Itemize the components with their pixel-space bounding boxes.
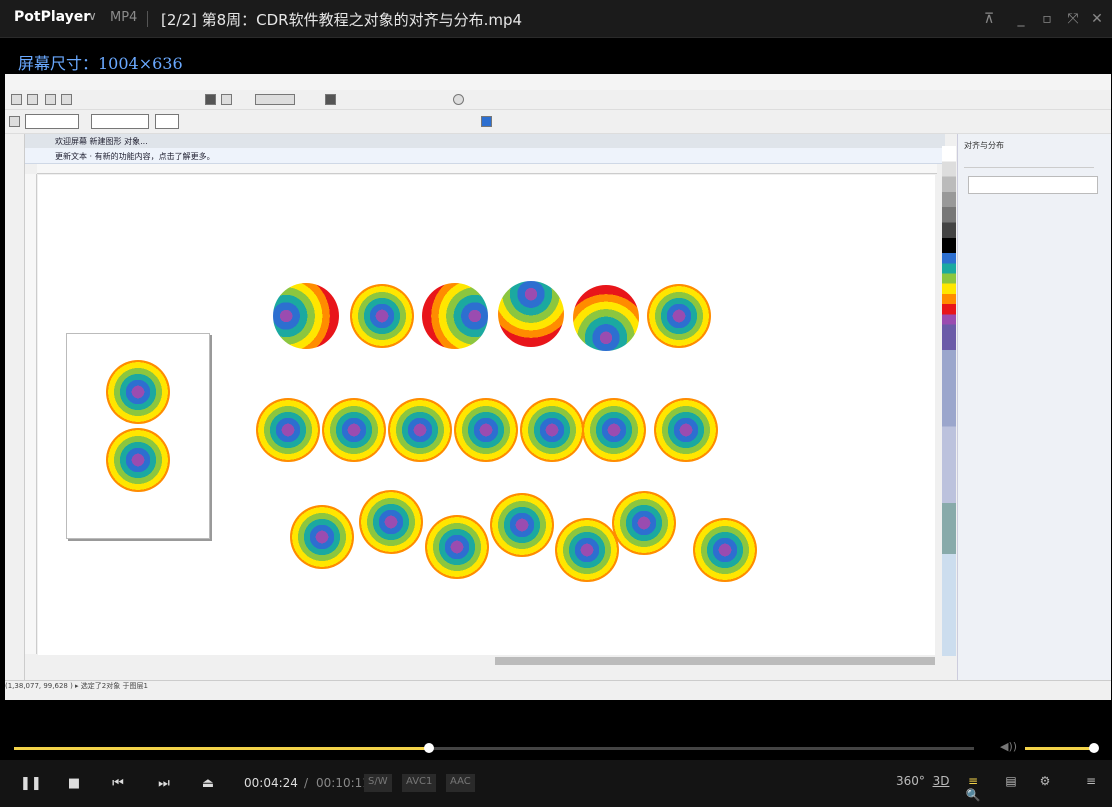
control-bar: ❚❚ ■ ⏮ ⏭ ⏏ 00:04:24 / 00:10:11 S/W AVC1 … bbox=[0, 760, 1112, 807]
time-separator: / bbox=[304, 776, 309, 790]
minimize-button[interactable]: _ bbox=[1010, 8, 1032, 30]
rainbow-circle bbox=[582, 398, 646, 462]
cdr-document-tabs: 欢迎屏幕 新建图形 对象... bbox=[25, 134, 945, 148]
title-bar: PotPlayer ∨ MP4 [2/2] 第8周：CDR软件教程之对象的对齐与… bbox=[0, 0, 1112, 38]
rainbow-circle bbox=[612, 491, 676, 555]
letterbox bbox=[0, 700, 1112, 740]
menu-icon[interactable]: ≡ bbox=[1080, 774, 1102, 794]
playlist-search-icon[interactable]: ≡🔍 bbox=[962, 774, 984, 802]
pause-button[interactable]: ❚❚ bbox=[20, 774, 42, 794]
scale-field bbox=[155, 114, 179, 129]
ruler-vertical bbox=[25, 174, 37, 654]
360-button[interactable]: 360° bbox=[896, 774, 925, 794]
cdr-status-bar: (1,38,077, 99,628 ) ▸ 选定了2对象 于图层1 bbox=[5, 680, 1111, 698]
rainbow-circle bbox=[647, 284, 711, 348]
stop-button[interactable]: ■ bbox=[64, 774, 84, 794]
toolbar-icon bbox=[61, 94, 72, 105]
rainbow-circle bbox=[573, 285, 639, 351]
rainbow-circle bbox=[454, 398, 518, 462]
rainbow-circle bbox=[273, 283, 339, 349]
drawing-canvas bbox=[38, 175, 935, 655]
chevron-down-icon[interactable]: ∨ bbox=[88, 9, 97, 23]
rainbow-circle bbox=[359, 490, 423, 554]
video-frame[interactable]: 欢迎屏幕 新建图形 对象... 更新文本 · 有新的功能内容，点击了解更多。 对… bbox=[5, 74, 1111, 700]
chapters-icon[interactable]: ▤ bbox=[1000, 774, 1022, 794]
rainbow-circle bbox=[388, 398, 452, 462]
divider bbox=[147, 11, 148, 27]
current-time: 00:04:24 bbox=[244, 776, 298, 790]
fullscreen-button[interactable]: ⤧ bbox=[1062, 8, 1084, 30]
toolbar-icon bbox=[205, 94, 216, 105]
toolbar-icon bbox=[9, 116, 20, 127]
toolbar-icon bbox=[453, 94, 464, 105]
volume-bar[interactable] bbox=[1025, 747, 1095, 750]
video-codec-badge[interactable]: AVC1 bbox=[402, 774, 437, 792]
zoom-field bbox=[255, 94, 295, 105]
toolbar-icon bbox=[221, 94, 232, 105]
previous-button[interactable]: ⏮ bbox=[108, 774, 128, 794]
app-menu-button[interactable]: PotPlayer bbox=[14, 9, 90, 25]
align-distribute-docker: 对齐与分布 bbox=[957, 134, 1111, 694]
size-field bbox=[91, 114, 149, 129]
position-field bbox=[25, 114, 79, 129]
toolbar-icon bbox=[481, 116, 492, 127]
settings-icon[interactable]: ⚙ bbox=[1034, 774, 1056, 794]
sw-badge[interactable]: S/W bbox=[364, 774, 392, 792]
rainbow-circle bbox=[520, 398, 584, 462]
cdr-standard-toolbar bbox=[5, 90, 1111, 110]
rainbow-circle bbox=[106, 428, 170, 492]
audio-codec-badge[interactable]: AAC bbox=[446, 774, 475, 792]
rainbow-circle bbox=[322, 398, 386, 462]
rainbow-circle bbox=[290, 505, 354, 569]
cdr-tip-bar: 更新文本 · 有新的功能内容，点击了解更多。 bbox=[25, 148, 945, 164]
seek-progress bbox=[14, 747, 429, 750]
toolbar-icon bbox=[45, 94, 56, 105]
next-button[interactable]: ⏭ bbox=[154, 774, 174, 794]
rainbow-circle bbox=[654, 398, 718, 462]
rainbow-circle bbox=[693, 518, 757, 582]
docker-align-objects bbox=[966, 244, 1066, 256]
docker-title: 对齐与分布 bbox=[964, 141, 1004, 150]
pin-icon[interactable]: ⊼ bbox=[978, 8, 1000, 30]
rainbow-circle bbox=[256, 398, 320, 462]
rainbow-circle bbox=[422, 283, 488, 349]
3d-button[interactable]: 3D bbox=[930, 774, 952, 794]
total-time: 00:10:11 bbox=[316, 776, 370, 790]
rainbow-circle bbox=[498, 281, 564, 347]
rainbow-circle bbox=[350, 284, 414, 348]
rainbow-circle bbox=[490, 493, 554, 557]
potplayer-window: PotPlayer ∨ MP4 [2/2] 第8周：CDR软件教程之对象的对齐与… bbox=[0, 0, 1112, 807]
toolbar-icon bbox=[27, 94, 38, 105]
toolbar-icon bbox=[325, 94, 336, 105]
volume-icon[interactable]: ◀)) bbox=[1000, 740, 1017, 753]
docker-align-row bbox=[964, 154, 1094, 168]
toolbar-icon bbox=[11, 94, 22, 105]
rainbow-circle bbox=[425, 515, 489, 579]
file-title: [2/2] 第8周：CDR软件教程之对象的对齐与分布.mp4 bbox=[161, 11, 523, 29]
screen-size-overlay: 屏幕尺寸：1004×636 bbox=[18, 54, 183, 73]
rainbow-circle bbox=[106, 360, 170, 424]
format-label: MP4 bbox=[110, 10, 138, 25]
volume-handle[interactable] bbox=[1089, 743, 1099, 753]
close-button[interactable]: ✕ bbox=[1086, 8, 1108, 30]
rainbow-circle bbox=[555, 518, 619, 582]
cdr-menubar bbox=[5, 74, 1111, 90]
seek-bar[interactable] bbox=[14, 743, 974, 753]
seek-handle[interactable] bbox=[423, 743, 434, 753]
color-palette[interactable] bbox=[942, 146, 956, 656]
cdr-toolbox bbox=[5, 134, 25, 684]
docker-tooltip bbox=[968, 176, 1098, 194]
ruler-horizontal bbox=[37, 164, 937, 174]
horizontal-scrollbar[interactable] bbox=[495, 657, 935, 665]
cdr-property-bar bbox=[5, 110, 1111, 134]
restore-button[interactable]: ▫ bbox=[1036, 8, 1058, 30]
eject-button[interactable]: ⏏ bbox=[198, 774, 218, 794]
